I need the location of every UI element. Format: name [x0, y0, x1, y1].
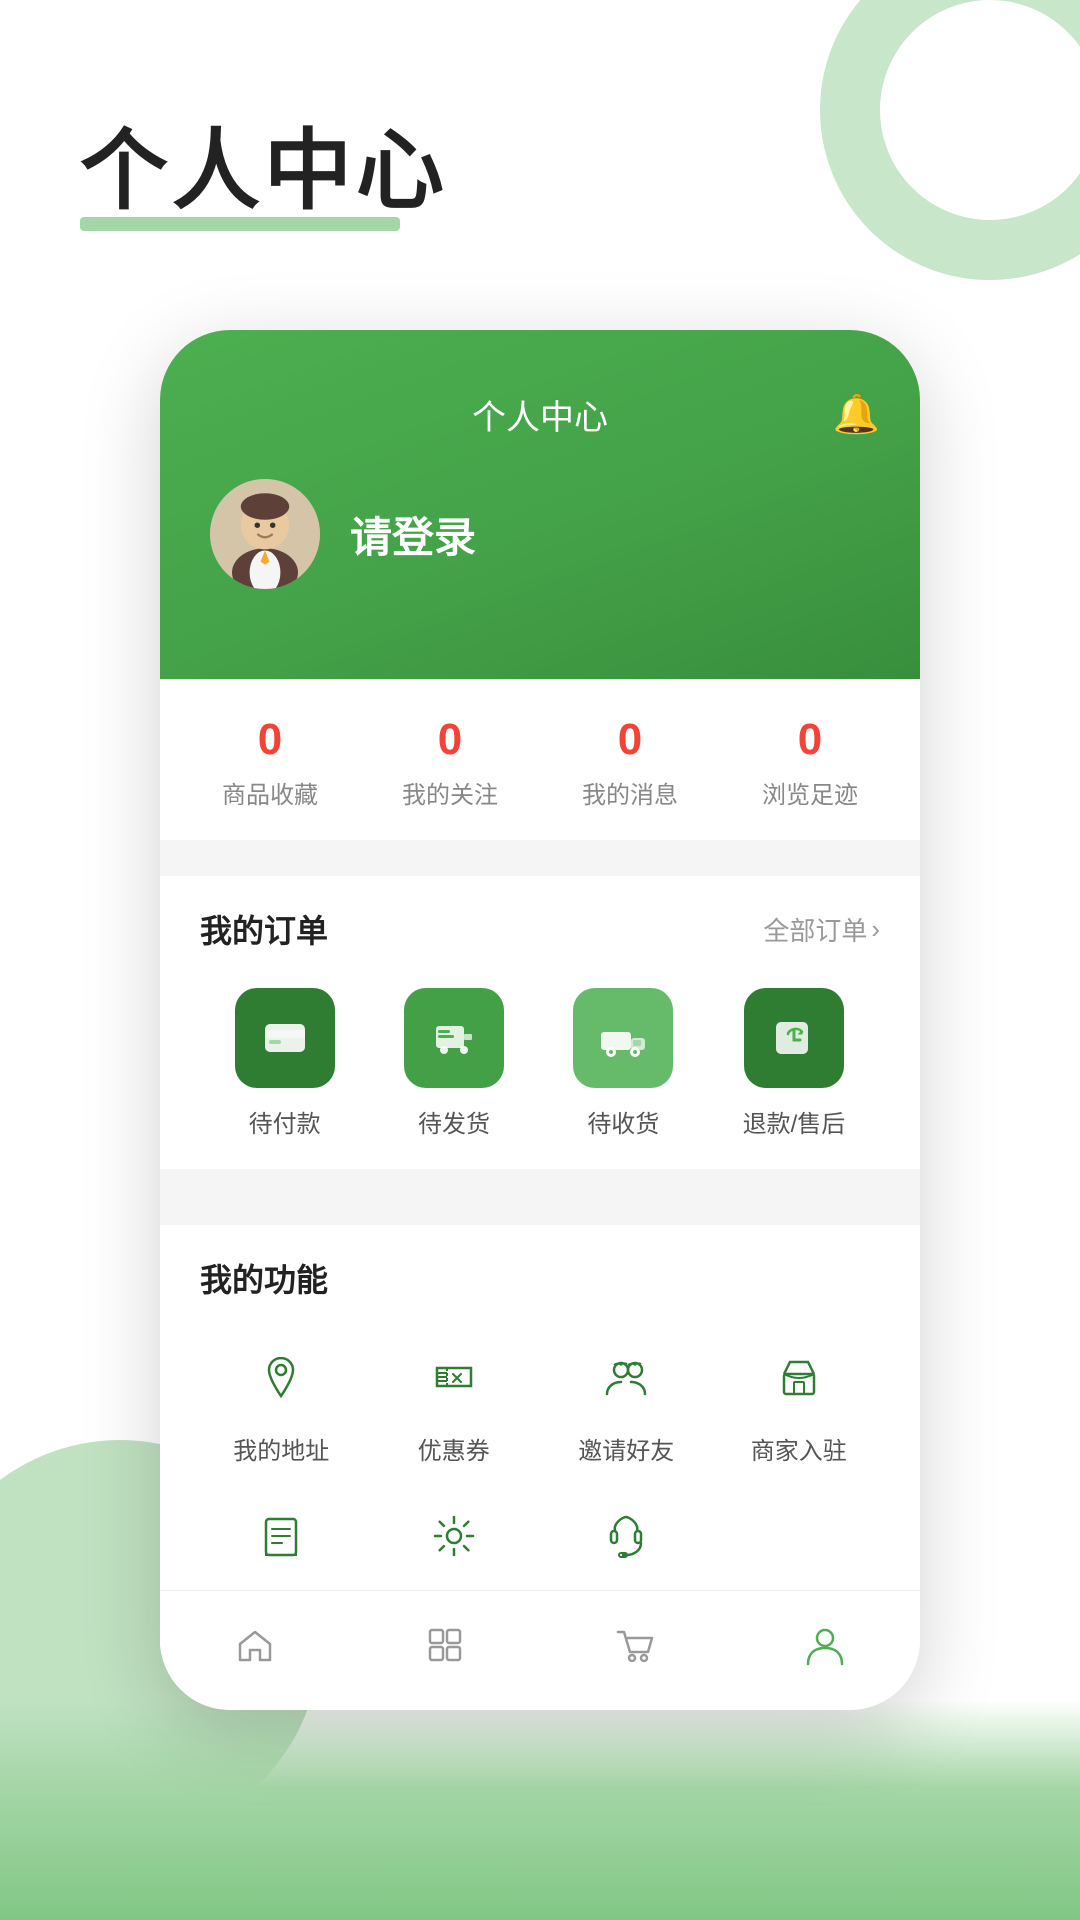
pending-ship-icon-wrap: [404, 988, 504, 1088]
bottom-nav-cart[interactable]: [540, 1623, 730, 1678]
order-label-pending-receive: 待收货: [587, 1104, 659, 1139]
stat-label-favorites: 商品收藏: [222, 775, 318, 810]
stat-number-follows: 0: [438, 715, 462, 765]
settings-icon: [414, 1496, 494, 1576]
chevron-right-icon: ›: [871, 914, 880, 945]
functions-title: 我的功能: [200, 1255, 328, 1301]
stat-number-messages: 0: [618, 715, 642, 765]
nav-bar: 个人中心 🔔: [160, 380, 920, 459]
function-item-invite[interactable]: 邀请好友: [545, 1337, 708, 1466]
functions-header: 我的功能: [200, 1255, 880, 1301]
phone-content: 0 商品收藏 0 我的关注 0 我的消息 0 浏览足迹 我的订单 全部订单: [160, 679, 920, 1655]
order-item-pending-ship[interactable]: 待发货: [404, 988, 504, 1139]
orders-title: 我的订单: [200, 906, 328, 952]
merchant-icon: [759, 1337, 839, 1417]
service-icon: [586, 1496, 666, 1576]
function-item-address[interactable]: 我的地址: [200, 1337, 363, 1466]
profile-nav-icon: [804, 1623, 846, 1678]
order-label-pending-payment: 待付款: [249, 1104, 321, 1139]
home-nav-icon: [234, 1623, 276, 1678]
function-item-merchant[interactable]: 商家入驻: [718, 1337, 881, 1466]
avatar[interactable]: [210, 479, 320, 589]
status-bar: [160, 330, 920, 380]
function-label-merchant: 商家入驻: [751, 1431, 847, 1466]
stat-item-follows[interactable]: 0 我的关注: [402, 715, 498, 810]
category-nav-icon: [424, 1623, 466, 1678]
orders-more-label: 全部订单: [763, 911, 867, 948]
nav-bar-title: 个人中心: [472, 390, 608, 439]
bg-decoration-circle-top: [820, 0, 1080, 280]
cart-nav-icon: [614, 1623, 656, 1678]
bottom-nav-category[interactable]: [350, 1623, 540, 1678]
function-label-address: 我的地址: [233, 1431, 329, 1466]
divider-2: [160, 1189, 920, 1205]
pending-receive-icon-wrap: [573, 988, 673, 1088]
stat-item-favorites[interactable]: 0 商品收藏: [222, 715, 318, 810]
page-title: 个人中心: [80, 100, 448, 227]
orders-section: 我的订单 全部订单 › 待付款: [160, 876, 920, 1169]
order-label-refund: 退款/售后: [743, 1104, 846, 1139]
bell-icon[interactable]: 🔔: [833, 393, 880, 437]
stats-card: 0 商品收藏 0 我的关注 0 我的消息 0 浏览足迹: [160, 679, 920, 840]
stat-label-messages: 我的消息: [582, 775, 678, 810]
stat-number-history: 0: [798, 715, 822, 765]
phone-mockup: 个人中心 🔔: [160, 330, 920, 1710]
invoice-icon: [241, 1496, 321, 1576]
stat-label-history: 浏览足迹: [762, 775, 858, 810]
phone-header: 个人中心 🔔: [160, 330, 920, 679]
function-item-coupon[interactable]: 优惠券: [373, 1337, 536, 1466]
bottom-navigation: [160, 1590, 920, 1710]
function-label-coupon: 优惠券: [418, 1431, 490, 1466]
bottom-nav-home[interactable]: [160, 1623, 350, 1678]
order-label-pending-ship: 待发货: [418, 1104, 490, 1139]
page-title-section: 个人中心: [80, 100, 448, 231]
orders-header: 我的订单 全部订单 ›: [200, 906, 880, 952]
invite-icon: [586, 1337, 666, 1417]
address-icon: [241, 1337, 321, 1417]
order-item-refund[interactable]: 退款/售后: [743, 988, 846, 1139]
user-info-row[interactable]: 请登录: [160, 459, 920, 629]
order-icons-row: 待付款 待发货: [200, 988, 880, 1139]
bg-decoration-blob-bottom: [0, 1700, 1080, 1920]
refund-icon-wrap: [744, 988, 844, 1088]
order-item-pending-receive[interactable]: 待收货: [573, 988, 673, 1139]
function-grid: 我的地址 优惠券: [200, 1337, 880, 1625]
function-label-invite: 邀请好友: [578, 1431, 674, 1466]
stat-number-favorites: 0: [258, 715, 282, 765]
bottom-nav-profile[interactable]: [730, 1623, 920, 1678]
stat-label-follows: 我的关注: [402, 775, 498, 810]
divider-1: [160, 840, 920, 856]
coupon-icon: [414, 1337, 494, 1417]
stat-item-messages[interactable]: 0 我的消息: [582, 715, 678, 810]
login-prompt: 请登录: [350, 504, 476, 565]
stat-item-history[interactable]: 0 浏览足迹: [762, 715, 858, 810]
orders-more-button[interactable]: 全部订单 ›: [763, 911, 880, 948]
pending-payment-icon-wrap: [235, 988, 335, 1088]
order-item-pending-payment[interactable]: 待付款: [235, 988, 335, 1139]
